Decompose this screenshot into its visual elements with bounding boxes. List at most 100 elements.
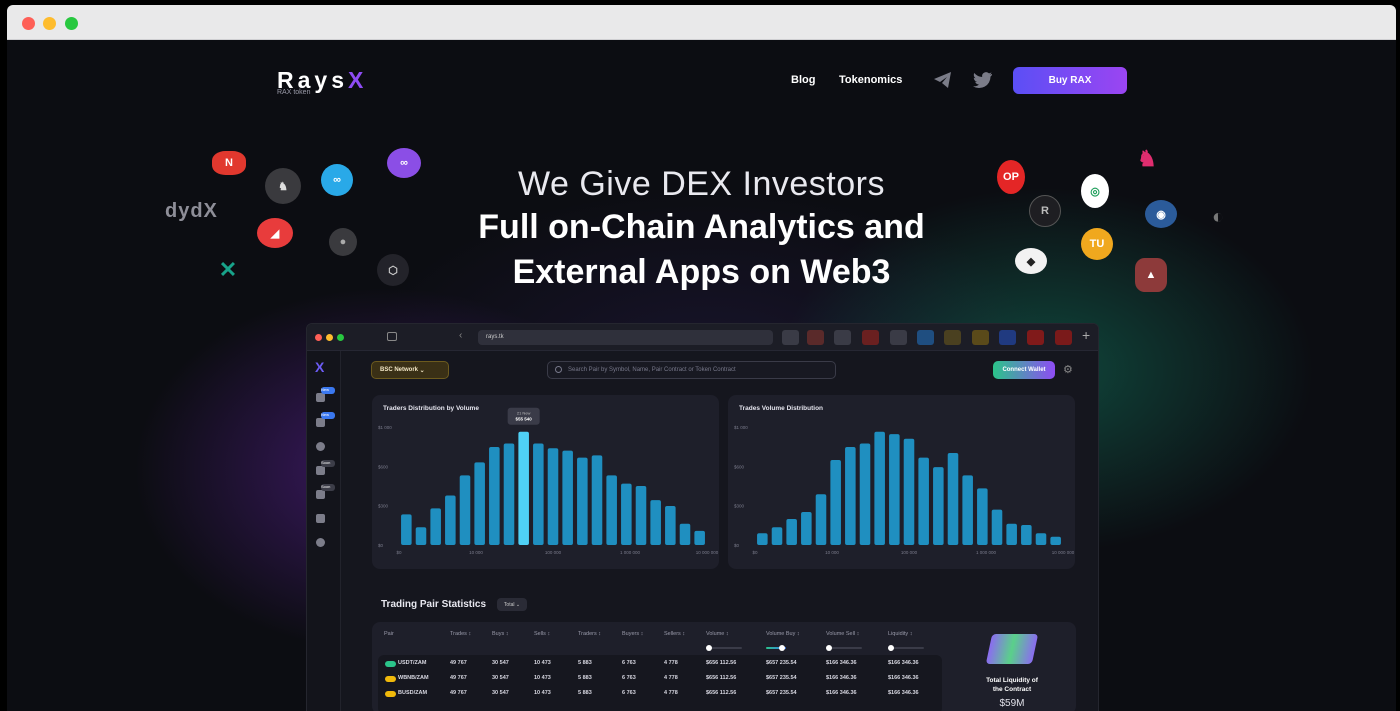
browser-titlebar <box>7 5 1396 40</box>
dashboard-icon[interactable] <box>316 393 325 402</box>
range-slider[interactable] <box>766 645 786 651</box>
minimize-button[interactable] <box>43 17 56 30</box>
range-slider[interactable] <box>706 645 742 651</box>
table-cell: 5 883 <box>578 690 592 696</box>
slider-handle[interactable] <box>779 645 785 651</box>
column-header[interactable]: Sellers ↕ <box>664 631 685 637</box>
column-header[interactable]: Buyers ↕ <box>622 631 643 637</box>
app-browser-bar: ‹ rays.tk + <box>307 324 1098 351</box>
pair-name[interactable]: WBNB/ZAM <box>398 675 429 681</box>
soon-badge: Soon <box>321 484 335 491</box>
extension-icon[interactable] <box>834 330 851 345</box>
nav-link-tokenomics[interactable]: Tokenomics <box>839 74 902 86</box>
table-cell: 10 473 <box>534 660 551 666</box>
maximize-button[interactable] <box>65 17 78 30</box>
grid-icon[interactable] <box>316 418 325 427</box>
column-header[interactable]: Volume Sell ↕ <box>826 631 859 637</box>
extension-icon[interactable] <box>782 330 799 345</box>
chart-bar <box>591 455 603 545</box>
chart-bar <box>533 443 544 545</box>
new-tab-icon[interactable]: + <box>1082 327 1090 343</box>
coin-icon[interactable] <box>316 442 325 451</box>
table-cell: 49 767 <box>450 660 467 666</box>
folder-icon[interactable] <box>316 490 325 499</box>
column-header[interactable]: Traders ↕ <box>578 631 601 637</box>
range-slider[interactable] <box>888 645 924 651</box>
y-tick-label: $300 <box>734 504 745 509</box>
column-header[interactable]: Buys ↕ <box>492 631 509 637</box>
nav-link-blog[interactable]: Blog <box>791 74 815 86</box>
x-tick-label: 100 000 <box>545 550 562 555</box>
x-tick-label: 1 000 000 <box>976 550 997 555</box>
network-selector[interactable]: BSC Network ⌄ <box>371 361 449 379</box>
hero-line-1: We Give DEX Investors <box>518 165 885 203</box>
search-input[interactable]: Search Pair by Symbol, Name, Pair Contra… <box>547 361 836 379</box>
extension-icon[interactable] <box>890 330 907 345</box>
chart-bar <box>801 511 812 545</box>
connect-wallet-button[interactable]: Connect Wallet <box>993 361 1055 379</box>
trades-volume-card: Trades Volume Distribution $0 $300 $600 $1 0… <box>728 395 1075 569</box>
x-tick-label: 100 000 <box>901 550 918 555</box>
table-cell: 4 778 <box>664 675 678 681</box>
table-cell: 10 473 <box>534 690 551 696</box>
extension-icon[interactable] <box>972 330 989 345</box>
slider-handle[interactable] <box>706 645 712 651</box>
tooltip-label: 21 New <box>517 411 531 416</box>
extension-icon[interactable] <box>999 330 1016 345</box>
top-nav: RaysX RAX token Blog Tokenomics Buy RAX <box>7 40 1396 120</box>
table-cell: $166 346.36 <box>826 675 857 681</box>
extension-icon[interactable] <box>944 330 961 345</box>
url-bar[interactable]: rays.tk <box>478 330 773 345</box>
column-header[interactable]: Volume Buy ↕ <box>766 631 800 637</box>
chart-bar <box>918 457 929 545</box>
chart-bar <box>562 450 573 545</box>
chart-bar <box>415 527 427 545</box>
trades-volume-chart: Trades Volume Distribution $0 $300 $600 $1 0… <box>734 405 1075 555</box>
twitter-icon[interactable] <box>973 71 993 89</box>
table-cell: 6 763 <box>622 675 636 681</box>
column-header[interactable]: Liquidity ↕ <box>888 631 912 637</box>
chart-bar <box>815 494 827 545</box>
settings-gear-icon[interactable]: ⚙ <box>1063 363 1073 376</box>
range-slider[interactable] <box>826 645 862 651</box>
extension-icon[interactable] <box>917 330 934 345</box>
slider-handle[interactable] <box>888 645 894 651</box>
chart-bar <box>889 434 900 545</box>
column-header[interactable]: Trades ↕ <box>450 631 471 637</box>
sidebar-toggle-icon[interactable] <box>387 332 397 341</box>
total-filter-dropdown[interactable]: Total ⌄ <box>497 598 527 611</box>
y-tick-label: $0 <box>734 543 740 548</box>
table-cell: 30 547 <box>492 660 509 666</box>
table-cell: $657 235.54 <box>766 690 797 696</box>
pair-name[interactable]: BUSD/ZAM <box>398 690 427 696</box>
y-tick-label: $600 <box>378 464 389 469</box>
table-cell: $656 112.56 <box>706 690 737 696</box>
wallet-icon[interactable] <box>316 466 325 475</box>
slider-handle[interactable] <box>826 645 832 651</box>
table-cell: $166 346.36 <box>826 660 857 666</box>
chart-bar <box>903 438 915 545</box>
extension-icon[interactable] <box>1055 330 1072 345</box>
chart-bar <box>635 486 647 545</box>
document-icon[interactable] <box>316 514 325 523</box>
telegram-icon[interactable] <box>933 71 953 89</box>
table-cell: 5 883 <box>578 675 592 681</box>
extension-icon[interactable] <box>862 330 879 345</box>
table-cell: 4 778 <box>664 660 678 666</box>
extension-icon[interactable] <box>807 330 824 345</box>
app-logo-icon[interactable]: X <box>315 359 324 375</box>
pair-name[interactable]: USDT/ZAM <box>398 660 426 666</box>
column-header[interactable]: Volume ↕ <box>706 631 729 637</box>
new-badge: New <box>321 387 335 394</box>
trading-pair-statistics-title: Trading Pair Statistics <box>381 599 487 610</box>
liquidity-value: $59M <box>999 698 1025 709</box>
column-header[interactable]: Pair <box>384 631 394 637</box>
info-icon[interactable] <box>316 538 325 547</box>
column-header[interactable]: Sells ↕ <box>534 631 550 637</box>
extension-icon[interactable] <box>1027 330 1044 345</box>
back-icon[interactable]: ‹ <box>459 330 462 341</box>
chart-bar <box>606 475 617 545</box>
buy-rax-button[interactable]: Buy RAX <box>1013 67 1127 94</box>
close-button[interactable] <box>22 17 35 30</box>
chart-bar <box>679 523 691 545</box>
